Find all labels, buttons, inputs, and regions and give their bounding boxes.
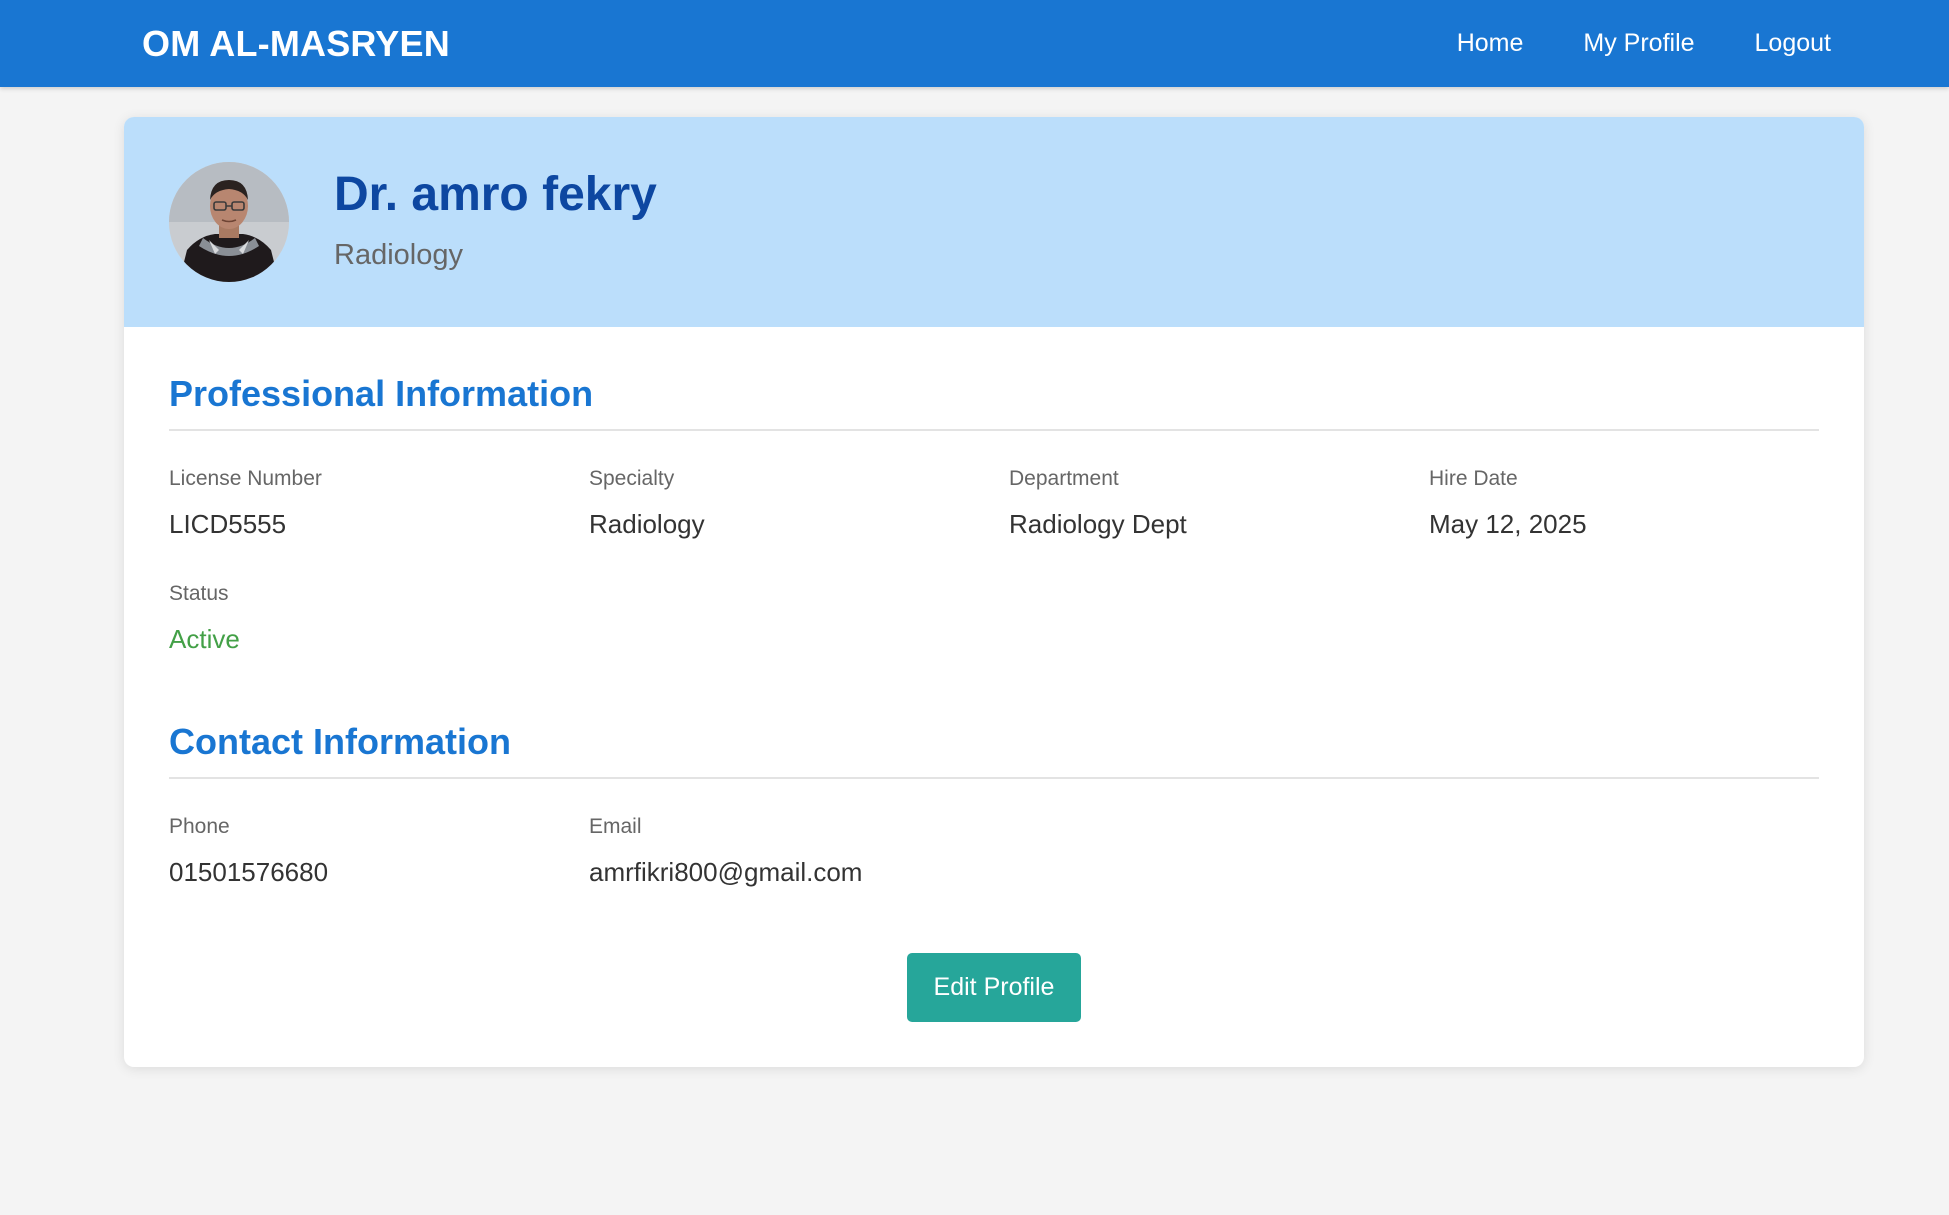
email-field: Email amrfikri800@gmail.com [589, 815, 989, 888]
hire-date-value: May 12, 2025 [1429, 509, 1587, 539]
divider [169, 777, 1819, 779]
avatar-photo [169, 162, 289, 282]
specialty-label: Specialty [589, 467, 675, 490]
professional-info-title: Professional Information [169, 373, 594, 414]
email-value: amrfikri800@gmail.com [589, 857, 863, 887]
department-value: Radiology Dept [1009, 509, 1187, 539]
license-number-value: LICD5555 [169, 509, 287, 539]
nav-link-logout[interactable]: Logout [1755, 29, 1831, 58]
department-label: Department [1009, 467, 1119, 490]
specialty-field: Specialty Radiology [589, 467, 989, 540]
status-label: Status [169, 582, 229, 605]
specialty-value: Radiology [589, 509, 705, 539]
license-number-field: License Number LICD5555 [169, 467, 569, 540]
profile-header: Dr. amro fekry Radiology [124, 117, 1864, 327]
avatar [169, 162, 289, 282]
nav-links: Home My Profile Logout [1457, 0, 1831, 87]
license-number-label: License Number [169, 467, 322, 490]
hire-date-label: Hire Date [1429, 467, 1518, 490]
status-value: Active [169, 624, 240, 654]
status-field: Status Active [169, 582, 569, 655]
phone-field: Phone 01501576680 [169, 815, 569, 888]
hire-date-field: Hire Date May 12, 2025 [1429, 467, 1829, 540]
contact-info-title: Contact Information [169, 721, 511, 762]
doctor-name: Dr. amro fekry [334, 168, 657, 221]
email-label: Email [589, 815, 642, 838]
department-field: Department Radiology Dept [1009, 467, 1409, 540]
divider [169, 429, 1819, 431]
nav-link-home[interactable]: Home [1457, 29, 1524, 58]
nav-link-my-profile[interactable]: My Profile [1583, 29, 1694, 58]
top-navbar: OM AL-MASRYEN Home My Profile Logout [0, 0, 1949, 87]
brand-logo-text[interactable]: OM AL-MASRYEN [142, 0, 450, 87]
doctor-specialty: Radiology [334, 239, 463, 271]
edit-profile-button[interactable]: Edit Profile [907, 953, 1081, 1022]
profile-card: Dr. amro fekry Radiology Professional In… [124, 117, 1864, 1067]
phone-label: Phone [169, 815, 230, 838]
phone-value: 01501576680 [169, 857, 329, 887]
